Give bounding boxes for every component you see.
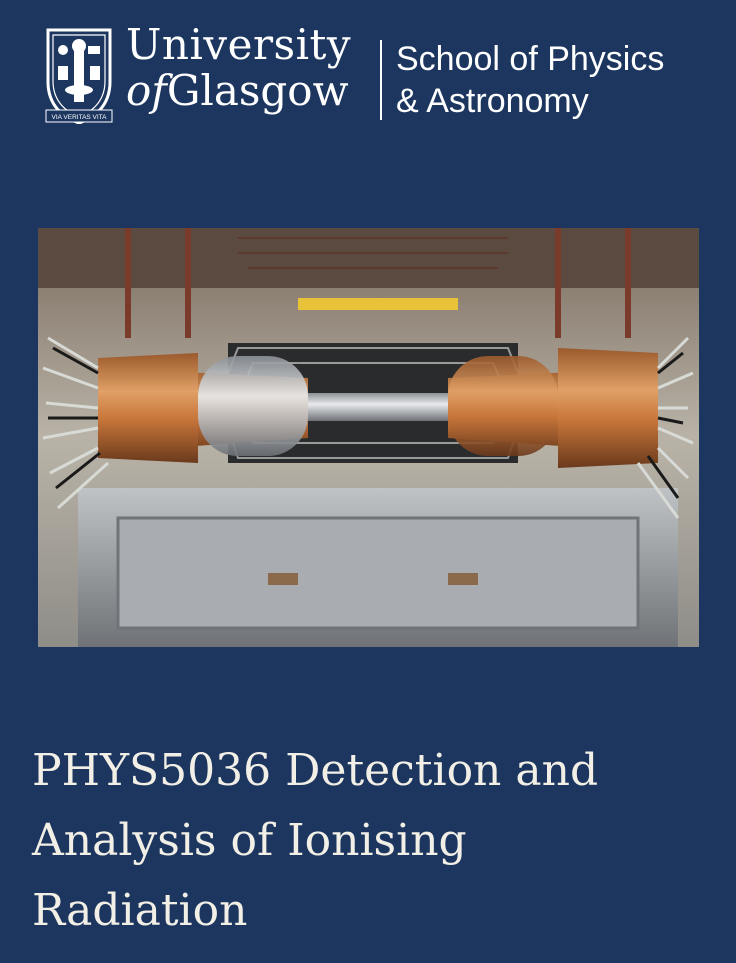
- title-line3: Radiation: [32, 885, 248, 936]
- title-line1: PHYS5036 Detection and: [32, 745, 599, 796]
- university-wordmark: University ofGlasgow: [126, 22, 351, 114]
- crest-motto: VIA VERITAS VITA: [51, 114, 107, 121]
- university-crest-icon: VIA VERITAS VITA: [45, 28, 113, 124]
- header: VIA VERITAS VITA University ofGlasgow Sc…: [44, 22, 724, 128]
- title-line2: Analysis of Ionising: [32, 815, 467, 866]
- document-title: PHYS5036 Detection and Analysis of Ionis…: [32, 736, 712, 946]
- university-line2: ofGlasgow: [126, 68, 351, 114]
- university-of: of: [126, 66, 167, 115]
- school-line1: School of Physics: [396, 40, 665, 78]
- detector-photo: [38, 228, 699, 647]
- university-glasgow: Glasgow: [166, 66, 349, 115]
- school-line2: & Astronomy: [396, 82, 589, 120]
- detector-illustration: [38, 228, 699, 647]
- university-line1: University: [126, 20, 352, 69]
- header-divider: [380, 40, 382, 120]
- school-name: School of Physics & Astronomy: [396, 38, 664, 122]
